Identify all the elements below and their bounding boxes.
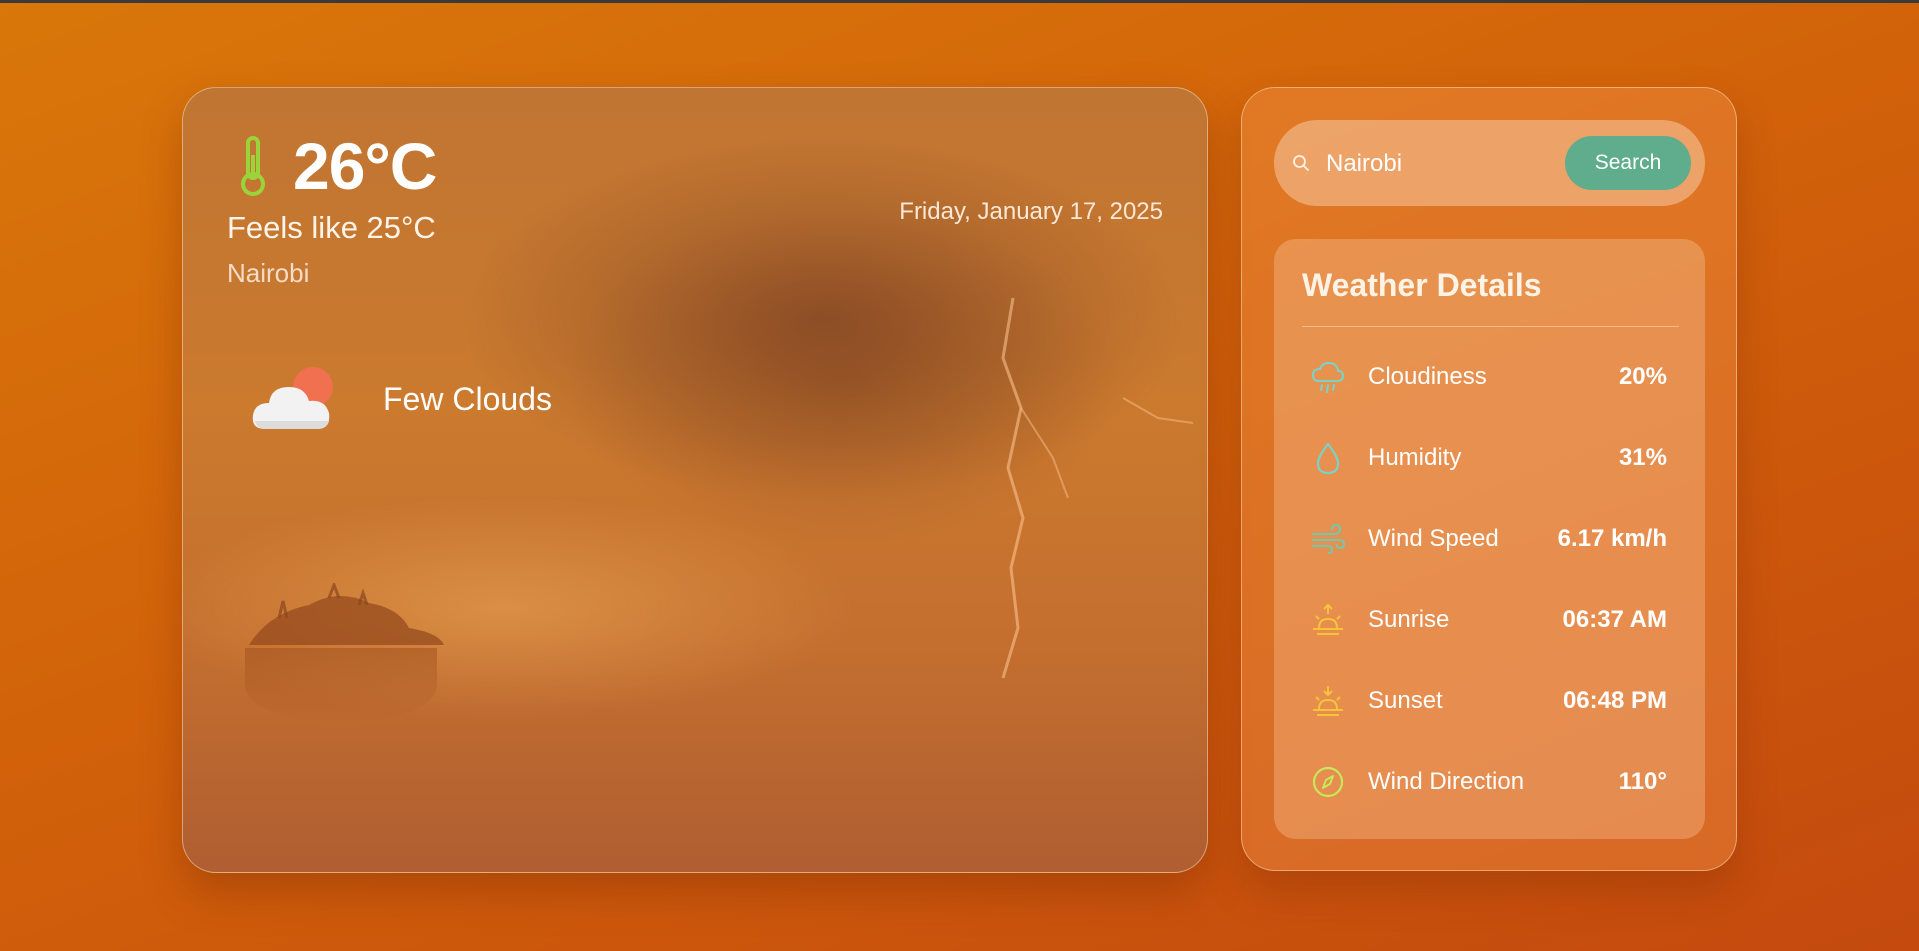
droplet-icon [1316, 442, 1340, 475]
temperature-row: 26°C [237, 128, 437, 204]
current-weather-card: 26°C Feels like 25°C Nairobi Friday, Jan… [182, 87, 1208, 873]
detail-row-humidity: Humidity 31% [1302, 434, 1667, 482]
detail-row-sunrise: Sunrise 06:37 AM [1302, 596, 1667, 644]
detail-value: 06:48 PM [1562, 687, 1667, 714]
detail-label: Sunset [1368, 687, 1443, 714]
lightning-bolt [1001, 298, 1193, 679]
detail-value: 20% [1618, 363, 1667, 390]
details-divider [1302, 326, 1679, 327]
detail-value: 06:37 AM [1562, 606, 1667, 633]
weather-details-card: Weather Details Cloudiness 20% Humidity … [1274, 239, 1705, 839]
island-silhouette [249, 583, 444, 645]
temperature-value: 26°C [293, 129, 437, 203]
detail-value: 110° [1618, 768, 1667, 795]
compass-icon [1312, 766, 1344, 798]
feels-like-text: Feels like 25°C [227, 210, 436, 245]
detail-value: 6.17 km/h [1557, 525, 1667, 552]
search-icon [1293, 155, 1309, 171]
island-reflection [245, 648, 437, 723]
sunrise-icon [1313, 603, 1343, 635]
condition-text: Few Clouds [383, 380, 552, 417]
detail-value: 31% [1618, 444, 1667, 471]
detail-row-cloudiness: Cloudiness 20% [1302, 353, 1667, 401]
sunset-icon [1313, 686, 1343, 716]
city-name: Nairobi [227, 258, 310, 288]
thermometer-icon [241, 136, 265, 196]
current-date: Friday, January 17, 2025 [899, 198, 1163, 225]
search-button[interactable]: Search [1565, 136, 1691, 190]
few-clouds-icon [252, 367, 333, 429]
condition-row: Few Clouds [251, 363, 552, 435]
cloud-rain-icon [1311, 361, 1345, 393]
search-input[interactable] [1324, 144, 1548, 184]
detail-label: Cloudiness [1368, 363, 1487, 390]
detail-row-wind-speed: Wind Speed 6.17 km/h [1302, 515, 1667, 563]
details-title: Weather Details [1302, 267, 1542, 303]
detail-row-wind-direction: Wind Direction 110° [1302, 758, 1667, 806]
detail-row-sunset: Sunset 06:48 PM [1302, 677, 1667, 725]
detail-label: Wind Speed [1368, 525, 1499, 552]
detail-label: Wind Direction [1368, 768, 1525, 795]
side-panel: Search Weather Details Cloudiness 20% Hu… [1241, 87, 1737, 871]
detail-label: Sunrise [1368, 606, 1450, 633]
search-bar: Search [1274, 120, 1705, 206]
wind-icon [1312, 523, 1346, 554]
detail-label: Humidity [1368, 444, 1462, 471]
